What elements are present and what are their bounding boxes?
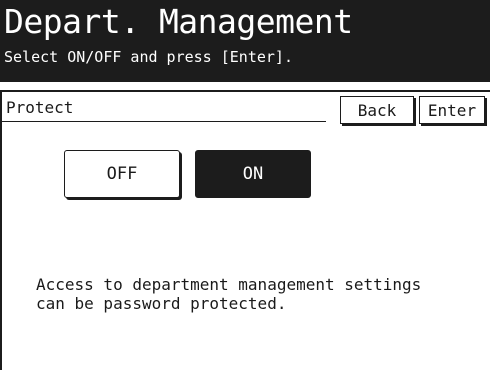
screen-title: Depart. Management: [4, 2, 353, 41]
on-button[interactable]: ON: [195, 150, 311, 198]
off-button[interactable]: OFF: [64, 150, 180, 198]
back-button[interactable]: Back: [340, 96, 414, 124]
description-line-2: can be password protected.: [36, 294, 287, 313]
title-bar: Depart. Management Select ON/OFF and pre…: [0, 0, 490, 82]
description-line-1: Access to department management settings: [36, 275, 422, 294]
section-label-protect: Protect: [6, 98, 74, 117]
section-divider: [2, 121, 326, 122]
enter-button[interactable]: Enter: [419, 96, 485, 124]
description-text: Access to department management settings…: [36, 275, 421, 313]
screen-instruction: Select ON/OFF and press [Enter].: [4, 48, 293, 66]
settings-panel: [0, 90, 490, 370]
